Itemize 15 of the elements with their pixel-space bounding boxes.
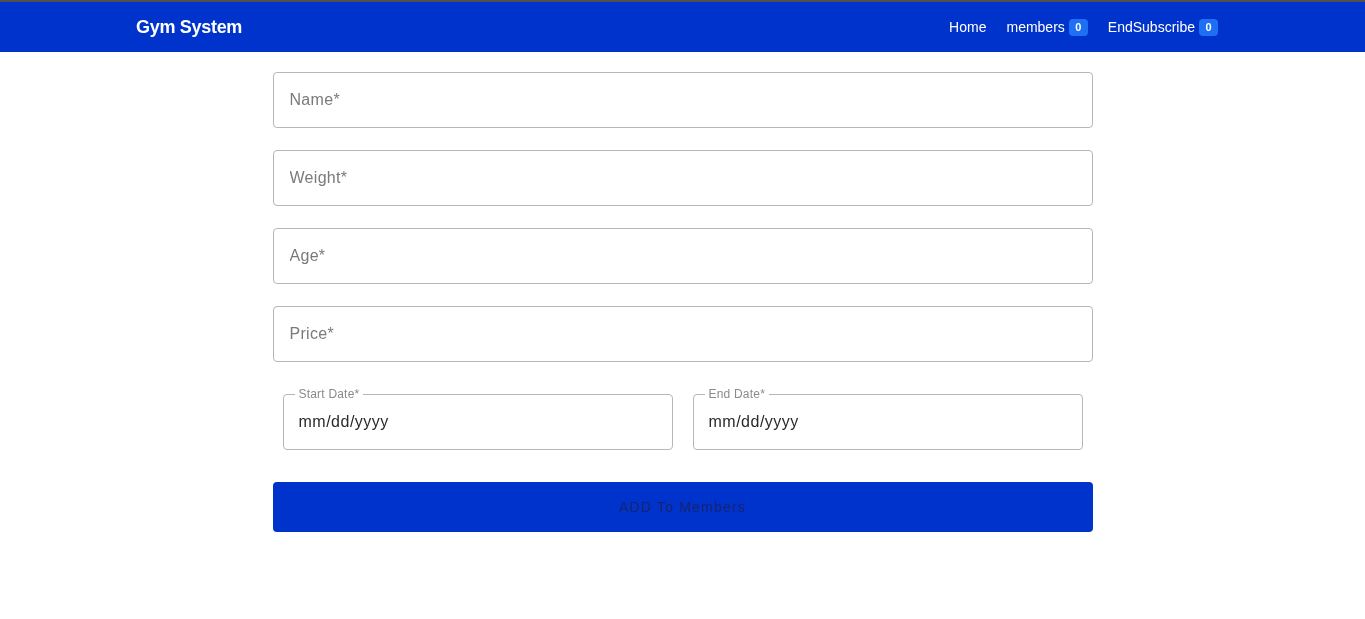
field-label: Start Date* xyxy=(297,388,361,400)
count-badge: 0 xyxy=(1068,18,1088,36)
date-field[interactable]: Start Date* mm/dd/yyyy xyxy=(282,388,673,450)
text-field[interactable]: Name* xyxy=(272,72,1093,128)
count-badge: 0 xyxy=(1199,18,1218,36)
nav-link[interactable]: EndSubscribe 0 xyxy=(1097,12,1228,42)
text-field[interactable]: Price* xyxy=(272,306,1093,362)
text-field[interactable]: Age* xyxy=(272,228,1093,284)
nav-link[interactable]: Home xyxy=(939,12,997,42)
field-label: End Date* xyxy=(707,388,766,400)
date-input[interactable]: mm/dd/yyyy xyxy=(703,400,1072,443)
text-field[interactable]: Weight* xyxy=(272,150,1093,206)
nav-link[interactable]: members 0 xyxy=(996,12,1098,42)
date-input[interactable]: mm/dd/yyyy xyxy=(293,400,662,443)
brand-title[interactable]: Gym System xyxy=(136,13,243,41)
